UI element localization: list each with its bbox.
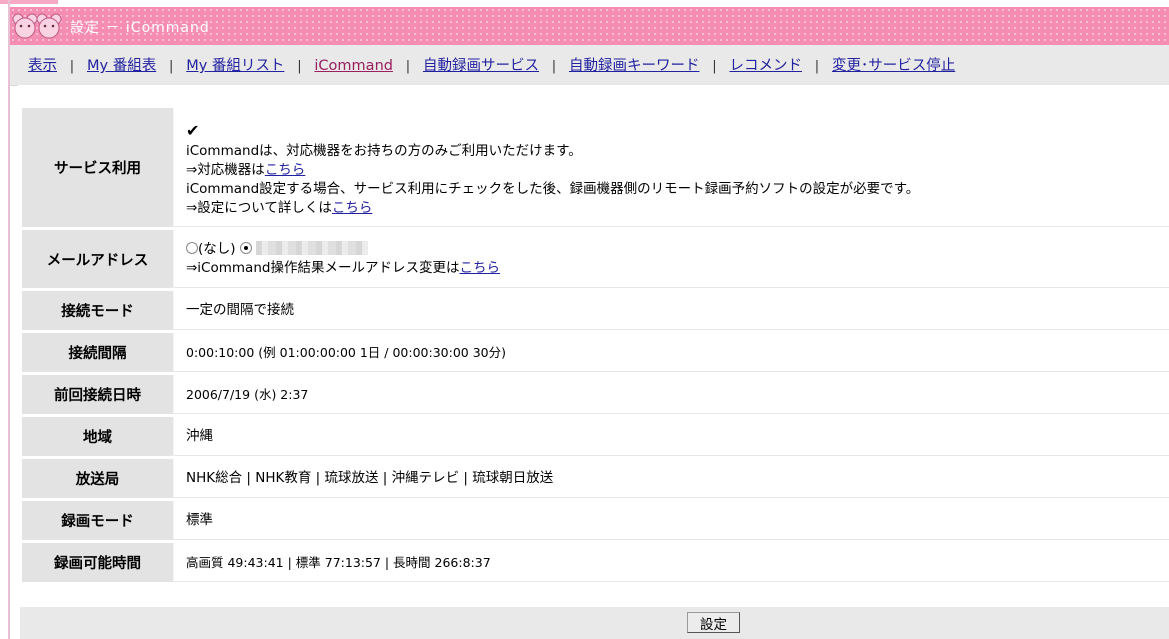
settings-content: サービス利用 ✔ iCommandは、対応機器をお持ちの方のみご利用いただけます… [18, 85, 1169, 639]
nav-separator: | [814, 59, 820, 74]
service-value: ✔ iCommandは、対応機器をお持ちの方のみご利用いただけます。 ⇒対応機器… [174, 108, 1169, 227]
nav-bar: 表示 | My 番組表 | My 番組リスト | iCommand | 自動録画サービス | 自動録… [10, 45, 1169, 86]
setup-details-link[interactable]: こちら [332, 200, 373, 216]
nav-separator: | [297, 59, 302, 74]
service-desc-line4-prefix: ⇒設定について詳しくは [186, 199, 332, 216]
supported-devices-link[interactable]: こちら [265, 162, 306, 178]
last-connect-value: 2006/7/19 (水) 2:37 [174, 375, 1169, 414]
settings-row-stations: 放送局 NHK総合 | NHK教育 | 琉球放送 | 沖縄テレビ | 琉球朝日放… [22, 459, 1169, 498]
settings-row-record-mode: 録画モード 標準 [22, 501, 1169, 540]
left-border-line [8, 0, 10, 639]
nav-separator: | [69, 59, 75, 74]
settings-row-connect-interval: 接続間隔 0:00:10:00 (例 01:00:00:00 1日 / 00:0… [22, 333, 1169, 372]
record-mode-label: 録画モード [22, 501, 174, 540]
mail-change-link[interactable]: こちら [459, 260, 500, 276]
nav-separator: | [169, 59, 174, 74]
connect-mode-label: 接続モード [22, 291, 174, 330]
nav-link-my-program-list[interactable]: My 番組リスト [186, 58, 284, 74]
settings-row-connect-mode: 接続モード 一定の間隔で接続 [22, 291, 1169, 330]
nav-separator: | [712, 59, 717, 74]
nav-link-display[interactable]: 表示 [28, 58, 57, 74]
nav-link-my-program-table[interactable]: My 番組表 [87, 58, 156, 74]
mail-value: (なし) ⇒iCommand操作結果メールアドレス変更はこちら [174, 230, 1169, 288]
nav-separator: | [551, 59, 557, 74]
nav-link-change-stop-service[interactable]: 変更･サービス停止 [832, 58, 955, 74]
service-label: サービス利用 [22, 108, 174, 227]
page-title: 設定 － iCommand [70, 20, 210, 36]
record-time-label: 録画可能時間 [22, 543, 174, 582]
mail-radio-address[interactable] [239, 241, 252, 254]
nav-link-recommend[interactable]: レコメンド [729, 58, 802, 74]
settings-table: サービス利用 ✔ iCommandは、対応機器をお持ちの方のみご利用いただけます… [22, 105, 1169, 585]
submit-bar: 設定 [20, 607, 1169, 639]
connect-interval-value: 0:00:10:00 (例 01:00:00:00 1日 / 00:00:30:… [174, 333, 1169, 372]
service-desc-line1: iCommandは、対応機器をお持ちの方のみご利用いただけます。 [186, 142, 582, 159]
mail-radio-none[interactable] [186, 241, 198, 254]
settings-row-record-time: 録画可能時間 高画質 49:43:41 | 標準 77:13:57 | 長時間 … [22, 543, 1169, 582]
settings-submit-button[interactable]: 設定 [687, 612, 740, 633]
redacted-email-address [256, 240, 369, 255]
nav-links: 表示 | My 番組表 | My 番組リスト | iCommand | 自動録画サービス | 自動録… [28, 54, 955, 75]
nav-link-icommand[interactable]: iCommand [314, 58, 393, 74]
region-label: 地域 [22, 417, 174, 456]
mail-label: メールアドレス [22, 230, 174, 288]
stations-value: NHK総合 | NHK教育 | 琉球放送 | 沖縄テレビ | 琉球朝日放送 [174, 459, 1169, 498]
service-checkbox[interactable]: ✔ [186, 121, 199, 140]
region-value: 沖縄 [174, 417, 1169, 456]
record-time-value: 高画質 49:43:41 | 標準 77:13:57 | 長時間 266:8:3… [174, 543, 1169, 582]
settings-row-service: サービス利用 ✔ iCommandは、対応機器をお持ちの方のみご利用いただけます… [22, 108, 1169, 227]
connect-interval-label: 接続間隔 [22, 333, 174, 372]
record-mode-value: 標準 [174, 501, 1169, 540]
service-desc-line3: iCommand設定する場合、サービス利用にチェックをした後、録画機器側のリモー… [186, 180, 920, 197]
pink-bear-logo-icon [12, 13, 62, 39]
nav-link-auto-record-service[interactable]: 自動録画サービス [423, 58, 539, 74]
mail-option-none-label: (なし) [198, 240, 236, 257]
last-connect-label: 前回接続日時 [22, 375, 174, 414]
nav-link-auto-record-keyword[interactable]: 自動録画キーワード [569, 58, 700, 74]
settings-row-mail: メールアドレス (なし) ⇒iCommand操作結果メールアドレス変更はこちら [22, 230, 1169, 288]
settings-row-region: 地域 沖縄 [22, 417, 1169, 456]
connect-mode-value: 一定の間隔で接続 [174, 291, 1169, 330]
nav-separator: | [405, 59, 411, 74]
settings-row-last-connect: 前回接続日時 2006/7/19 (水) 2:37 [22, 375, 1169, 414]
stations-label: 放送局 [22, 459, 174, 498]
title-bar: 設定 － iCommand [10, 7, 1169, 45]
service-desc-line2-prefix: ⇒対応機器は [186, 161, 265, 178]
mail-change-prefix: ⇒iCommand操作結果メールアドレス変更は [186, 259, 460, 276]
